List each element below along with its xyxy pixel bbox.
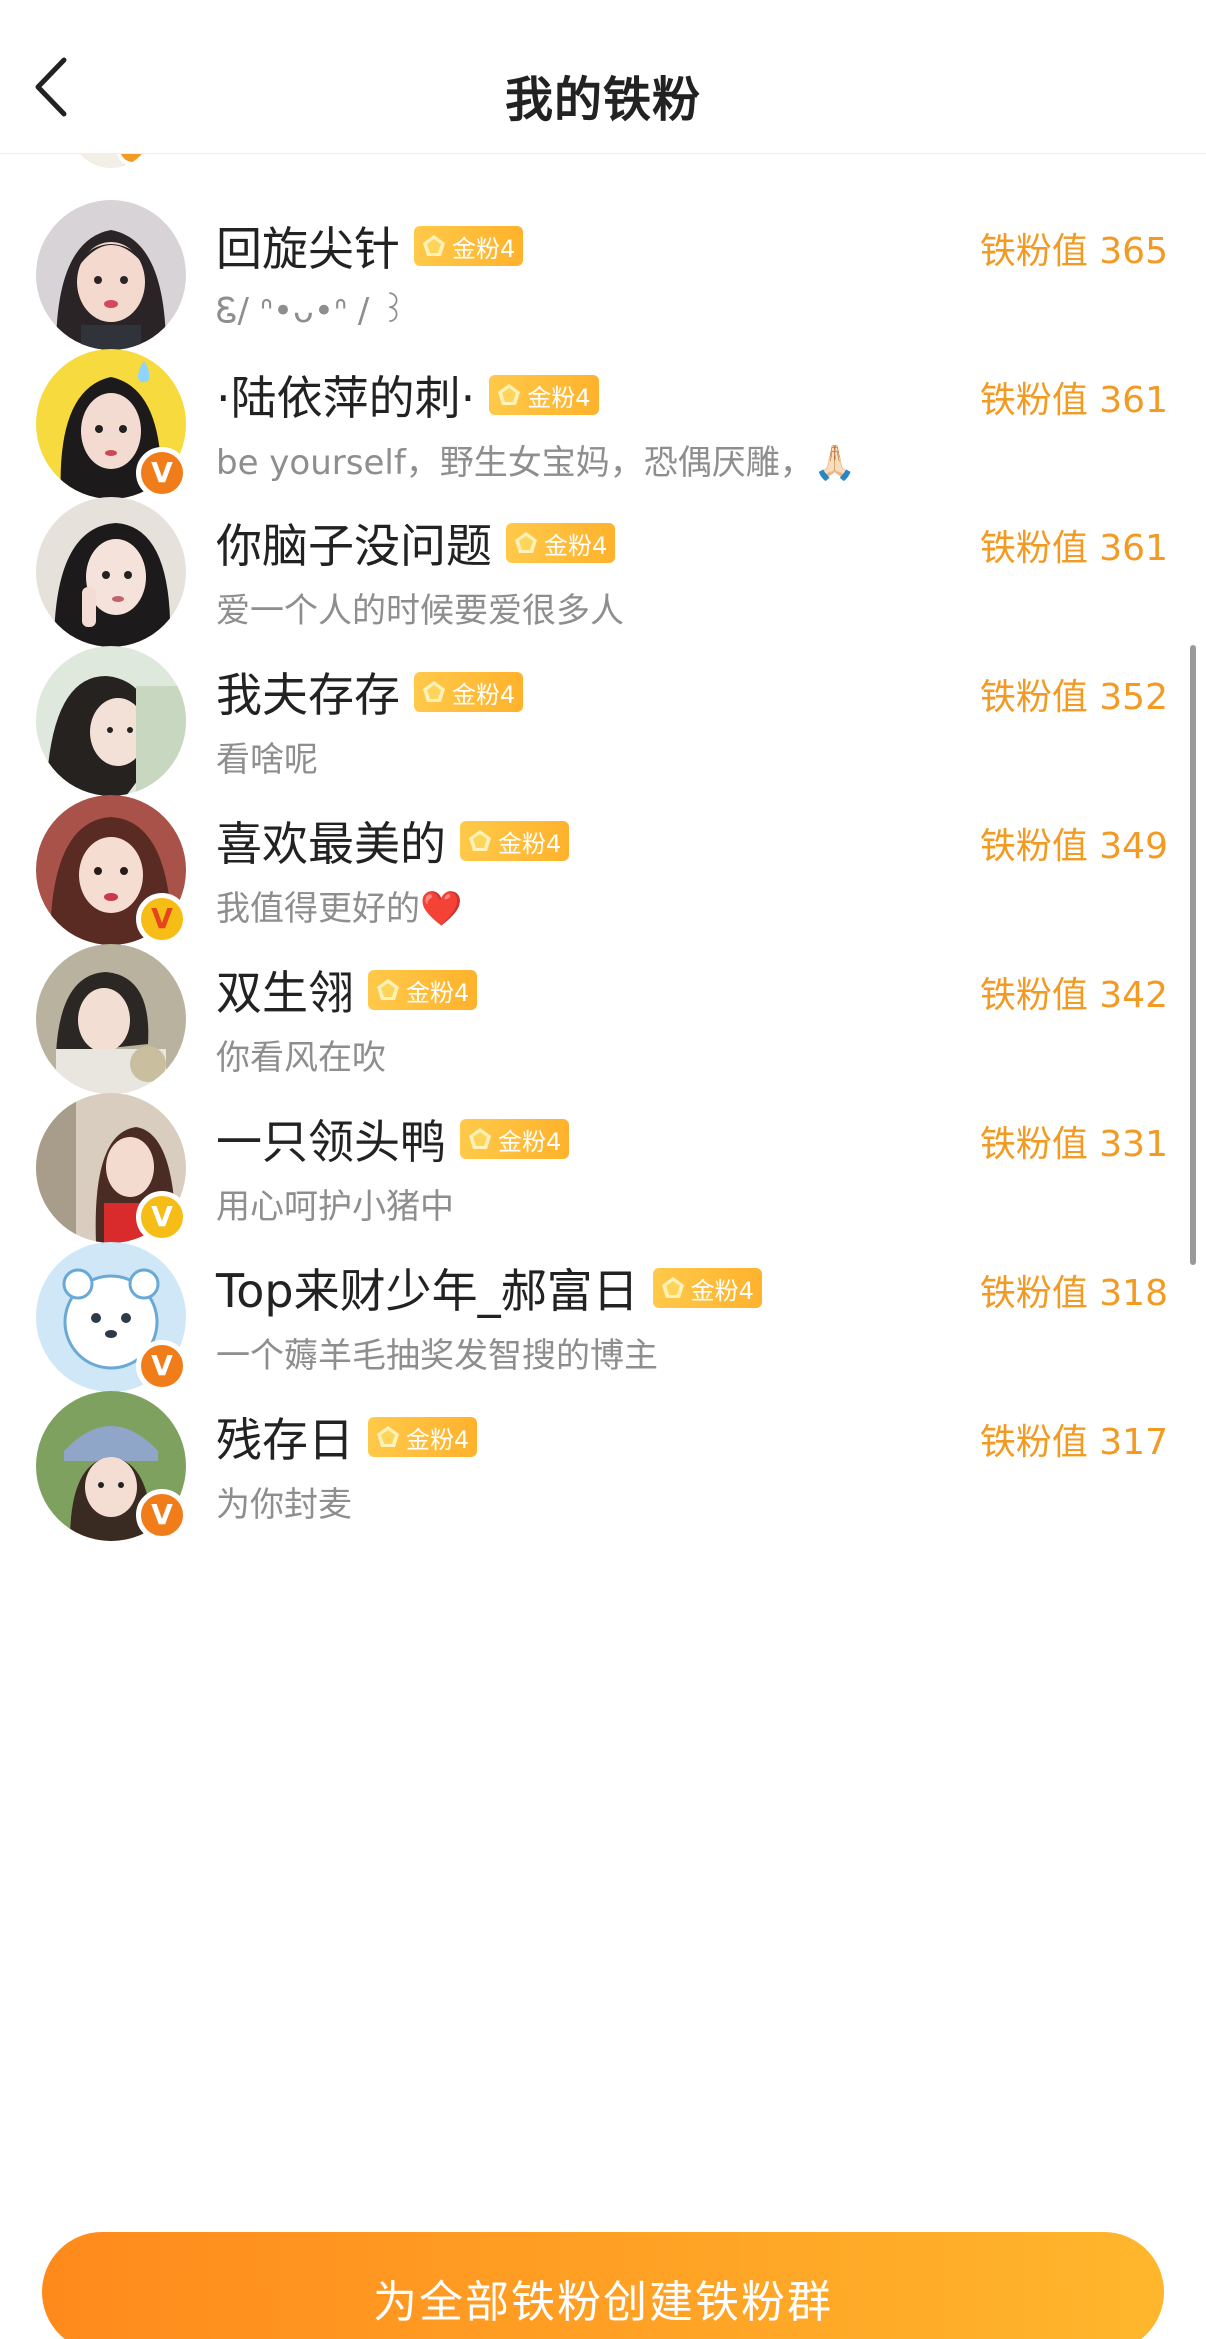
fan-level-badge: 金粉4 (460, 821, 570, 861)
fan-level-badge: 金粉4 (460, 1119, 570, 1159)
avatar-wrap[interactable]: V (36, 1391, 188, 1541)
gem-icon (423, 235, 445, 256)
fan-score: 铁粉值 349 (979, 826, 1168, 867)
create-fan-group-button[interactable]: 为全部铁粉创建铁粉群 (42, 2232, 1164, 2339)
fan-score: 铁粉值 318 (979, 1273, 1168, 1314)
fan-level-badge: 金粉4 (652, 1268, 762, 1308)
fan-name[interactable]: 双生翎 (216, 957, 354, 1023)
fan-score: 铁粉值 365 (979, 231, 1168, 272)
name-row: 残存日 金粉4 (216, 1404, 478, 1470)
fan-score: 铁粉值 317 (979, 1422, 1168, 1463)
fan-level-label: 金粉4 (452, 680, 516, 709)
page: 回旋尖针 金粉4 Ꮛ/ ᐢ•ᴗ•ᐢ / ꒱ 铁粉值 365 V ·陆依萍的刺· … (0, 0, 1206, 2339)
fan-item[interactable]: V 残存日 金粉4 为你封麦 铁粉值 317 (0, 1351, 1206, 1573)
fan-level-badge: 金粉4 (368, 1417, 478, 1457)
fan-score: 铁粉值 361 (979, 380, 1168, 421)
fan-level-badge: 金粉4 (414, 226, 524, 266)
fan-level-label: 金粉4 (527, 383, 591, 412)
fan-name[interactable]: 回旋尖针 (216, 213, 400, 279)
fan-level-badge: 金粉4 (489, 375, 599, 415)
fan-bio: 为你封麦 (216, 1485, 352, 1525)
page-title: 我的铁粉 (504, 72, 701, 128)
scrollbar[interactable] (1190, 645, 1196, 1265)
fan-name[interactable]: 喜欢最美的 (216, 808, 446, 874)
fan-level-label: 金粉4 (406, 978, 470, 1007)
fan-name[interactable]: 你脑子没问题 (216, 510, 492, 576)
fan-level-label: 金粉4 (544, 531, 608, 560)
fan-name[interactable]: 一只领头鸭 (216, 1106, 446, 1172)
name-row: 回旋尖针 金粉4 (216, 213, 524, 279)
gem-icon (377, 979, 399, 1000)
fan-name[interactable]: ·陆依萍的刺· (216, 362, 475, 428)
fan-level-badge: 金粉4 (506, 523, 616, 563)
fan-level-label: 金粉4 (406, 1425, 470, 1454)
gem-icon (515, 532, 537, 553)
gem-icon (469, 1128, 491, 1149)
fan-name[interactable]: 残存日 (216, 1404, 354, 1470)
fan-level-badge: 金粉4 (414, 672, 524, 712)
fan-score: 铁粉值 361 (979, 528, 1168, 569)
name-row: 你脑子没问题 金粉4 (216, 510, 616, 576)
fan-score: 铁粉值 352 (979, 677, 1168, 718)
fan-score: 铁粉值 331 (979, 1124, 1168, 1165)
header: 我的铁粉 (0, 0, 1206, 154)
gem-icon (469, 830, 491, 851)
fan-name[interactable]: Top来财少年_郝富日 (216, 1255, 639, 1321)
gem-icon (661, 1277, 684, 1298)
name-row: 双生翎 金粉4 (216, 957, 478, 1023)
fan-level-label: 金粉4 (498, 829, 562, 858)
bottom-bar: 为全部铁粉创建铁粉群 (0, 2200, 1206, 2339)
name-row: 一只领头鸭 金粉4 (216, 1106, 570, 1172)
fan-score: 铁粉值 342 (979, 975, 1168, 1016)
gem-icon (498, 384, 521, 405)
fan-level-label: 金粉4 (452, 234, 516, 263)
name-row: Top来财少年_郝富日 金粉4 (216, 1258, 762, 1318)
verified-badge: V (136, 1489, 188, 1541)
fan-name[interactable]: 我夫存存 (216, 659, 400, 725)
gem-icon (377, 1426, 399, 1447)
fan-level-badge: 金粉4 (368, 970, 478, 1010)
fan-level-label: 金粉4 (498, 1127, 562, 1156)
create-fan-group-label: 为全部铁粉创建铁粉群 (373, 2277, 833, 2328)
name-row: 我夫存存 金粉4 (216, 659, 524, 725)
fan-level-label: 金粉4 (690, 1276, 754, 1305)
name-row: 喜欢最美的 金粉4 (216, 808, 570, 874)
name-row: ·陆依萍的刺· 金粉4 (216, 365, 599, 425)
gem-icon (423, 681, 445, 702)
